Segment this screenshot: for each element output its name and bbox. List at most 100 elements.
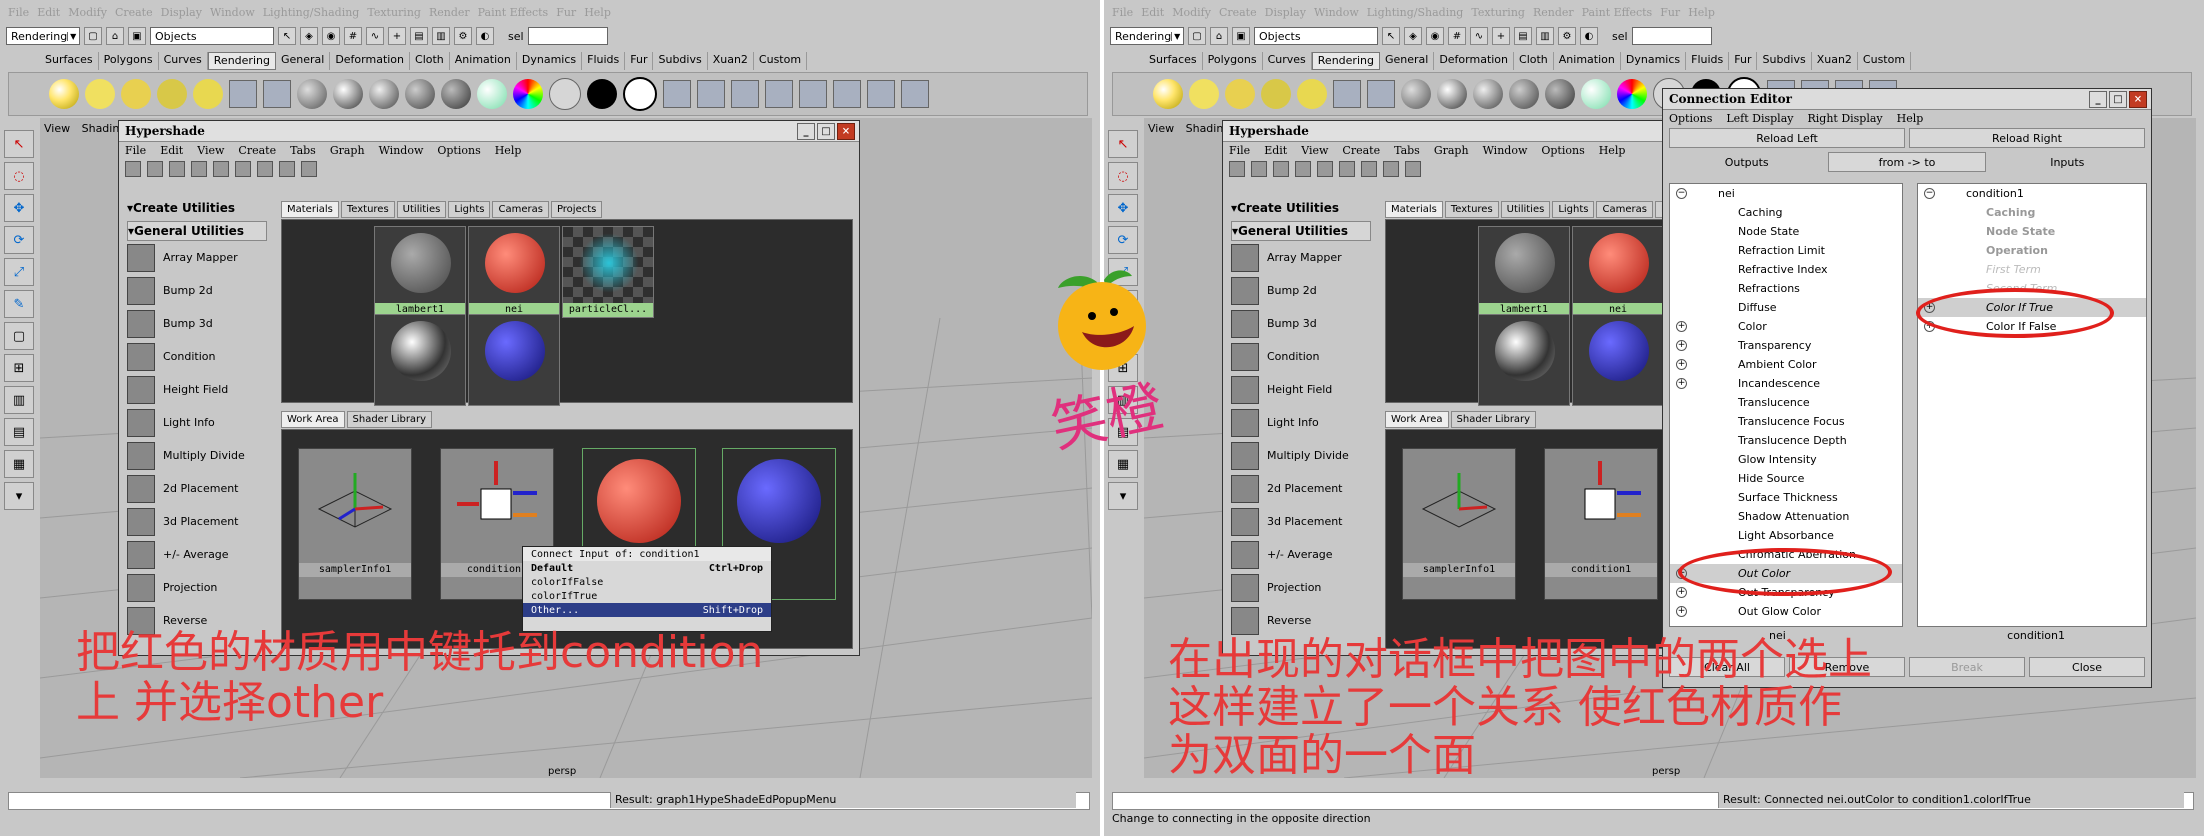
utility-item[interactable]: Condition: [127, 340, 267, 373]
blinn-icon[interactable]: [1437, 79, 1467, 109]
hs-menu-window[interactable]: Window: [1483, 144, 1528, 157]
blinn-icon[interactable]: [333, 79, 363, 109]
output-connections-icon[interactable]: [1405, 161, 1421, 177]
tab-utilities[interactable]: Utilities: [1500, 201, 1551, 218]
move-tool-icon[interactable]: ✥: [1108, 194, 1138, 222]
scale-tool-icon[interactable]: ⤢: [4, 258, 34, 286]
left-attr-row[interactable]: Refractions: [1670, 279, 1902, 298]
fur-icon[interactable]: [901, 80, 929, 108]
sampler-info-node[interactable]: samplerInfo1: [298, 448, 412, 600]
layout-menu-icon[interactable]: ▾: [1108, 482, 1138, 510]
right-attr-row[interactable]: First Term: [1918, 260, 2146, 279]
sampler-info-node[interactable]: samplerInfo1: [1402, 448, 1516, 600]
rotate-tool-icon[interactable]: ⟳: [1108, 226, 1138, 254]
snap-grid-icon[interactable]: #: [1448, 27, 1466, 45]
lambert-icon[interactable]: [297, 79, 327, 109]
mode-combo[interactable]: Rendering ▼: [1110, 27, 1184, 45]
left-attr-row[interactable]: + Transparency: [1670, 336, 1902, 355]
ce-menu-help[interactable]: Help: [1897, 112, 1924, 125]
menu-fur[interactable]: Fur: [1660, 6, 1680, 19]
new-scene-icon[interactable]: ▢: [1188, 27, 1206, 45]
open-scene-icon[interactable]: ⌂: [106, 27, 124, 45]
connection-editor-titlebar[interactable]: Connection Editor _ □ ×: [1663, 89, 2151, 110]
io-connections-icon[interactable]: [279, 161, 295, 177]
left-attr-row[interactable]: Surface Thickness: [1670, 488, 1902, 507]
shelf-tab-animation[interactable]: Animation: [450, 52, 517, 70]
utility-item[interactable]: Bump 3d: [127, 307, 267, 340]
menu-modify[interactable]: Modify: [68, 6, 107, 19]
render-globals-icon[interactable]: [765, 80, 793, 108]
select-by-component-icon[interactable]: ◉: [322, 27, 340, 45]
hs-menu-edit[interactable]: Edit: [160, 144, 183, 157]
expand-icon[interactable]: +: [1676, 378, 1687, 389]
utility-item[interactable]: +/- Average: [1231, 538, 1371, 571]
snap-curve-icon[interactable]: ∿: [1470, 27, 1488, 45]
menu-help[interactable]: Help: [584, 6, 611, 19]
shelf-tab-general[interactable]: General: [276, 52, 331, 70]
lasso-tool-icon[interactable]: ◌: [1108, 162, 1138, 190]
render-view-icon[interactable]: [263, 80, 291, 108]
toggle-create-bar-icon[interactable]: [125, 161, 141, 177]
utility-item[interactable]: Projection: [1231, 571, 1371, 604]
select-tool-icon[interactable]: ↖: [1108, 130, 1138, 158]
left-attr-row[interactable]: + Ambient Color: [1670, 355, 1902, 374]
back-icon[interactable]: [1251, 161, 1267, 177]
render-settings-icon[interactable]: ⚙: [454, 27, 472, 45]
utility-item[interactable]: Height Field: [1231, 373, 1371, 406]
rearrange-graph-icon[interactable]: [1317, 161, 1333, 177]
hs-menu-options[interactable]: Options: [437, 144, 480, 157]
surface-shader-icon[interactable]: [549, 78, 581, 110]
hs-menu-file[interactable]: File: [125, 144, 146, 157]
hypershade-titlebar[interactable]: Hypershade _ □ ×: [119, 121, 859, 142]
left-attr-row[interactable]: Translucence Focus: [1670, 412, 1902, 431]
ce-menu-left-display[interactable]: Left Display: [1726, 112, 1793, 125]
tab-work-area[interactable]: Work Area: [281, 411, 345, 428]
menu-modify[interactable]: Modify: [1172, 6, 1211, 19]
point-light-icon[interactable]: [1153, 79, 1183, 109]
directional-light-icon[interactable]: [1261, 79, 1291, 109]
new-scene-icon[interactable]: ▢: [84, 27, 102, 45]
manipulator-tool-icon[interactable]: ✎: [4, 290, 34, 318]
snap-point-icon[interactable]: +: [388, 27, 406, 45]
utility-item[interactable]: Light Info: [1231, 406, 1371, 439]
hs-menu-tabs[interactable]: Tabs: [1394, 144, 1420, 157]
utility-item[interactable]: Bump 2d: [127, 274, 267, 307]
shelf-tab-general[interactable]: General: [1380, 52, 1435, 70]
swatch-nei[interactable]: nei: [1572, 226, 1664, 318]
lasso-tool-icon[interactable]: ◌: [4, 162, 34, 190]
hypershade-layout-icon[interactable]: ▤: [4, 418, 34, 446]
render-icon[interactable]: ▤: [410, 27, 428, 45]
shelf-tab-custom[interactable]: Custom: [1858, 52, 1912, 70]
ambient-light-icon[interactable]: [193, 79, 223, 109]
minimize-icon[interactable]: _: [2089, 91, 2107, 108]
menu-file[interactable]: File: [8, 6, 29, 19]
hs-menu-tabs[interactable]: Tabs: [290, 144, 316, 157]
left-attr-row[interactable]: Refraction Limit: [1670, 241, 1902, 260]
hs-menu-options[interactable]: Options: [1541, 144, 1584, 157]
utility-item[interactable]: Array Mapper: [127, 241, 267, 274]
utility-item[interactable]: Bump 3d: [1231, 307, 1371, 340]
batch-render-icon[interactable]: [833, 80, 861, 108]
select-tool-icon[interactable]: ↖: [4, 130, 34, 158]
collapse-icon[interactable]: −: [1924, 188, 1935, 199]
left-attr-row[interactable]: Glow Intensity: [1670, 450, 1902, 469]
graph-materials-icon[interactable]: [235, 161, 251, 177]
ramp-shader-icon[interactable]: [513, 79, 543, 109]
shelf-tab-deformation[interactable]: Deformation: [330, 52, 411, 70]
selection-mask-combo[interactable]: Objects: [1254, 27, 1378, 45]
hs-menu-view[interactable]: View: [1301, 144, 1328, 157]
reload-right-button[interactable]: Reload Right: [1909, 128, 2145, 148]
expand-icon[interactable]: +: [1676, 321, 1687, 332]
utility-item[interactable]: Multiply Divide: [127, 439, 267, 472]
menu-render[interactable]: Render: [1533, 6, 1574, 19]
swatch-lambert1[interactable]: lambert1: [1478, 226, 1570, 318]
snap-grid-icon[interactable]: #: [344, 27, 362, 45]
ramp-shader-icon[interactable]: [1617, 79, 1647, 109]
toggle-create-bar-icon[interactable]: [1229, 161, 1245, 177]
io-connections-icon[interactable]: [1383, 161, 1399, 177]
hypershade-icon[interactable]: ◐: [1580, 27, 1598, 45]
general-utilities-header[interactable]: ▾ General Utilities: [1231, 221, 1371, 241]
shelf-tab-cloth[interactable]: Cloth: [410, 52, 450, 70]
shelf-tab-fur[interactable]: Fur: [625, 52, 654, 70]
use-background-icon[interactable]: [587, 79, 617, 109]
